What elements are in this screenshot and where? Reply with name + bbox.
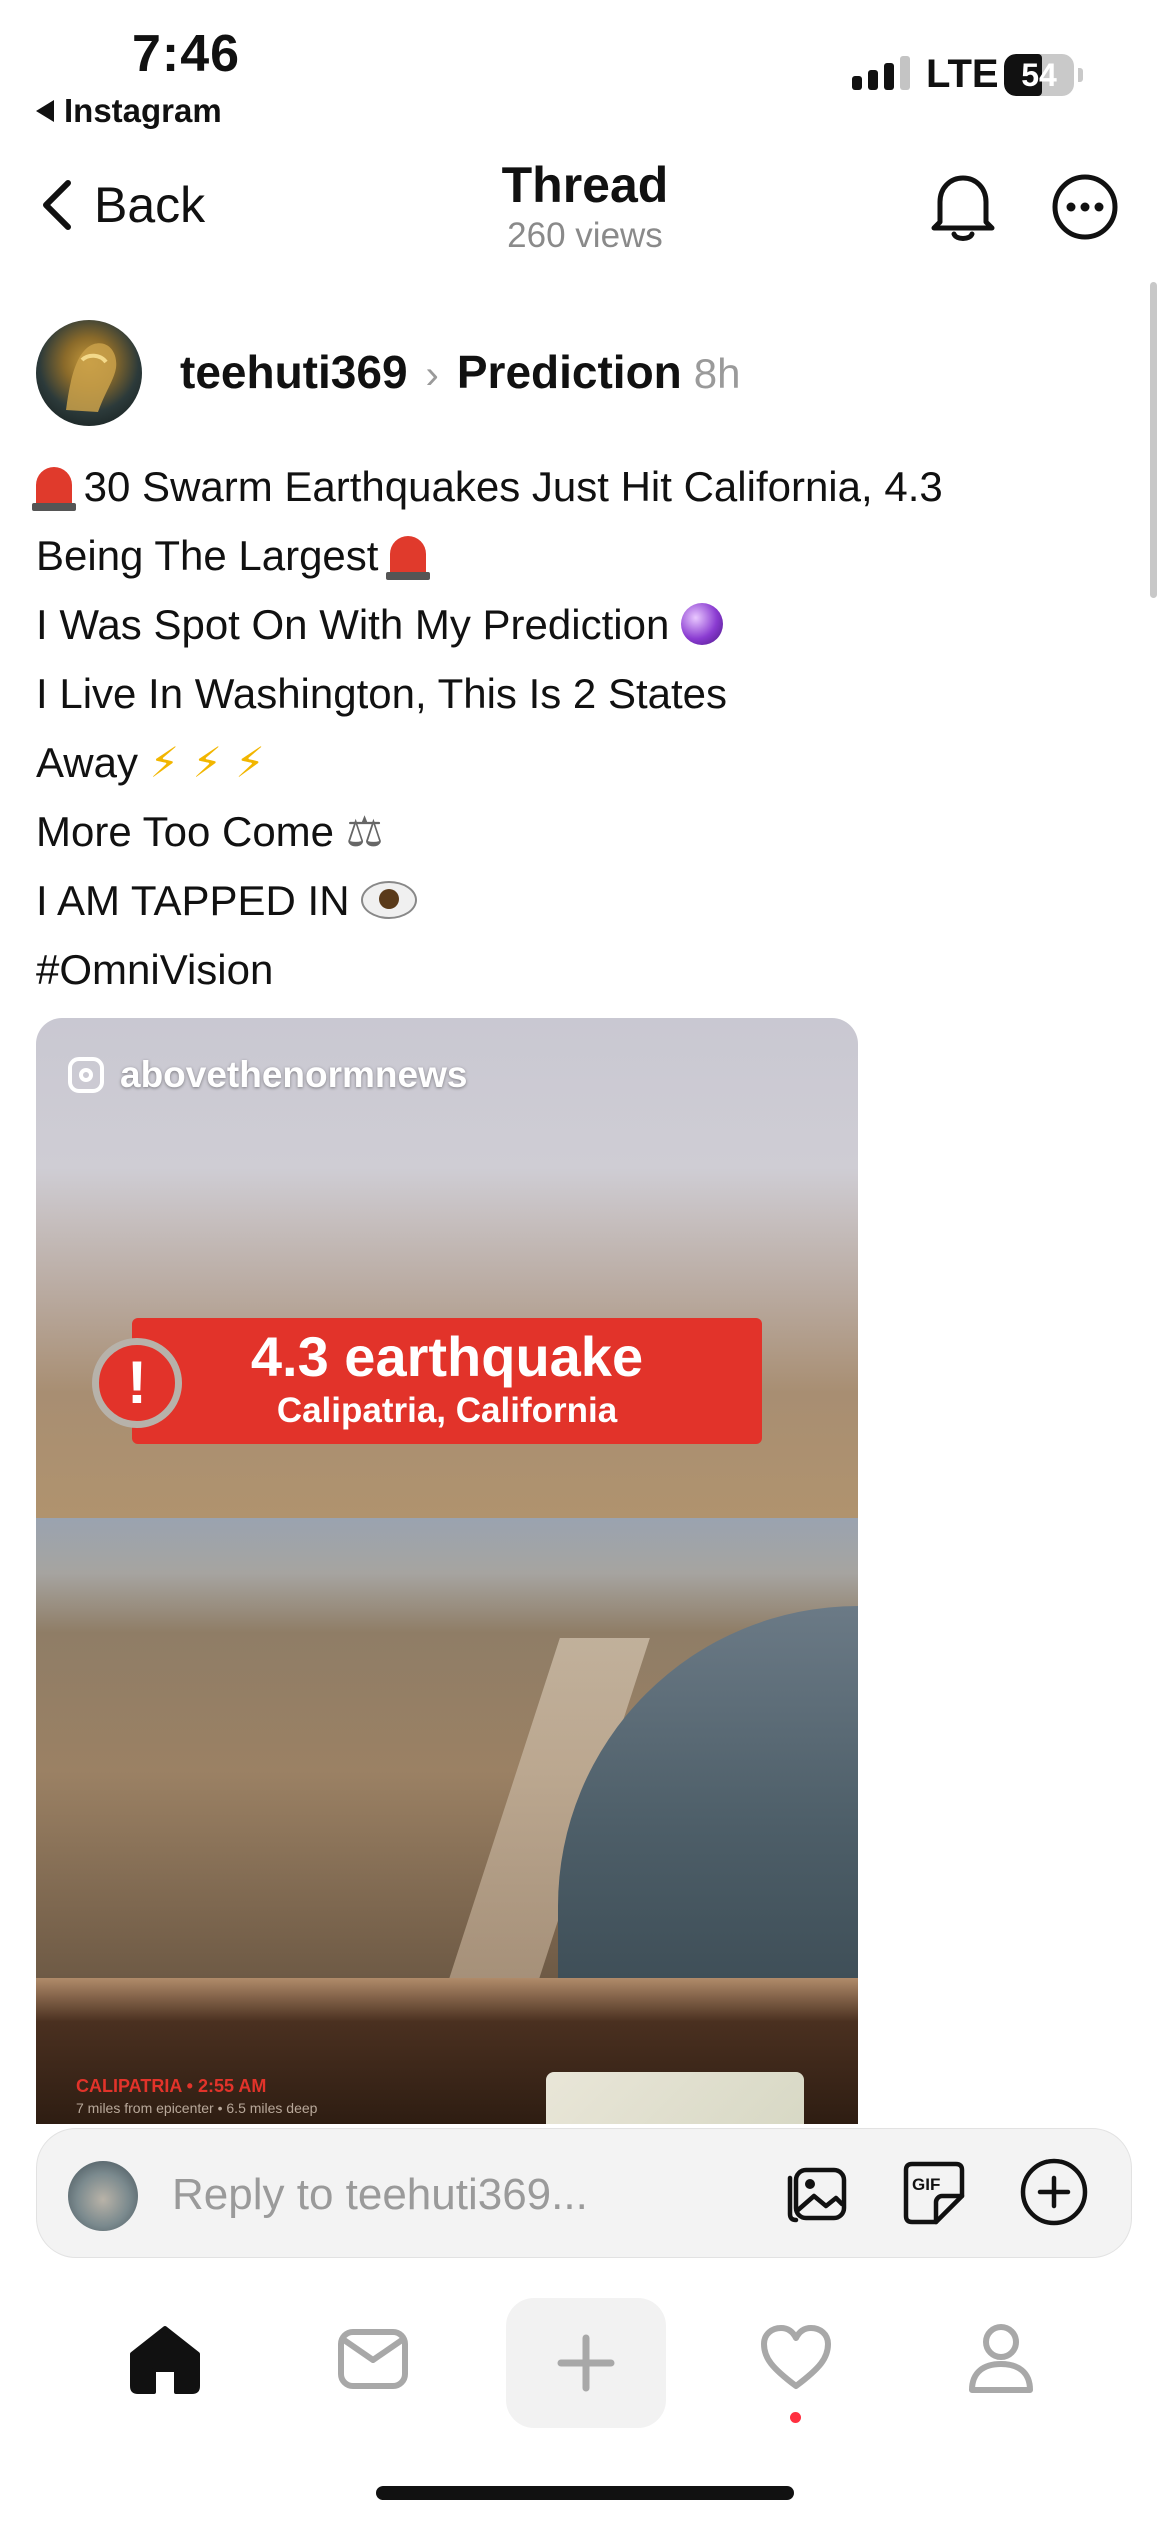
tab-profile[interactable] bbox=[966, 2320, 1036, 2401]
back-triangle-icon bbox=[36, 100, 54, 122]
post-line: Being The Largest bbox=[36, 521, 1126, 590]
earthquake-banner: 4.3 earthquake Calipatria, California bbox=[132, 1318, 762, 1444]
back-to-app-button[interactable]: Instagram bbox=[36, 92, 222, 130]
post-line: 30 Swarm Earthquakes Just Hit California… bbox=[32, 452, 1126, 521]
battery-level: 54 bbox=[1021, 57, 1057, 93]
siren-emoji-icon bbox=[32, 467, 76, 511]
author-avatar[interactable] bbox=[36, 320, 142, 426]
tab-home[interactable] bbox=[126, 2322, 204, 2401]
notification-dot bbox=[790, 2412, 801, 2423]
post-line: I Was Spot On With My Prediction bbox=[36, 590, 1126, 659]
post-line-text: 30 Swarm Earthquakes Just Hit California… bbox=[83, 463, 943, 510]
home-indicator[interactable] bbox=[376, 2486, 794, 2500]
mini-map-thumbnail bbox=[546, 2072, 804, 2124]
home-icon bbox=[130, 2326, 200, 2394]
inbox-icon bbox=[338, 2329, 408, 2389]
post-line-text: I Was Spot On With My Prediction bbox=[36, 601, 670, 648]
add-attachment-button[interactable] bbox=[1018, 2156, 1090, 2233]
status-time: 7:46 bbox=[132, 25, 241, 83]
video-caption-title: CALIPATRIA • 2:55 AM bbox=[76, 2076, 267, 2096]
reply-input[interactable]: Reply to teehuti369... bbox=[172, 2170, 588, 2220]
post-video[interactable]: abovethenormnews 4.3 earthquake Calipatr… bbox=[36, 1018, 858, 2124]
post-line-text: I AM TAPPED IN bbox=[36, 877, 350, 924]
source-handle-text: abovethenormnews bbox=[120, 1054, 468, 1095]
ellipsis-circle-icon bbox=[1052, 174, 1118, 240]
svg-text:GIF: GIF bbox=[912, 2175, 940, 2194]
scrollbar[interactable] bbox=[1150, 282, 1157, 598]
profile-icon bbox=[969, 2324, 1033, 2393]
attach-image-button[interactable] bbox=[780, 2156, 852, 2233]
post-line: #OmniVision bbox=[36, 935, 1126, 1004]
plus-icon bbox=[557, 2334, 615, 2392]
siren-emoji-icon bbox=[386, 536, 431, 580]
post-line-text: I Live In Washington, This Is 2 States bbox=[36, 670, 728, 717]
author-username[interactable]: teehuti369 bbox=[180, 345, 408, 399]
post-line-text: Being The Largest bbox=[36, 532, 379, 579]
crystal-ball-emoji-icon bbox=[680, 603, 723, 645]
post-timestamp: 8h bbox=[693, 350, 741, 397]
avatar-image bbox=[66, 343, 117, 412]
gif-sticker-icon: GIF bbox=[903, 2161, 965, 2225]
source-handle: abovethenormnews bbox=[68, 1054, 467, 1096]
my-avatar bbox=[68, 2161, 138, 2231]
banner-location: Calipatria, California bbox=[276, 1391, 618, 1430]
lightning-emoji-icon: ⚡ ⚡ ⚡ bbox=[149, 738, 265, 787]
post-line-text: More Too Come bbox=[36, 808, 335, 855]
video-caption-sub: 7 miles from epicenter • 6.5 miles deep bbox=[76, 2100, 318, 2116]
tab-inbox[interactable] bbox=[336, 2324, 410, 2399]
cellular-signal-icon bbox=[852, 56, 910, 90]
more-options-button[interactable] bbox=[1050, 172, 1120, 247]
post-line: Away ⚡ ⚡ ⚡ bbox=[36, 728, 1126, 797]
post-line: I Live In Washington, This Is 2 States bbox=[36, 659, 1126, 728]
post-line-text: Away bbox=[36, 739, 138, 786]
banner-headline: 4.3 earthquake bbox=[250, 1325, 644, 1388]
instagram-icon bbox=[68, 1057, 104, 1093]
notifications-button[interactable] bbox=[928, 170, 998, 249]
post-body: 30 Swarm Earthquakes Just Hit California… bbox=[32, 452, 1126, 1004]
network-type: LTE bbox=[926, 52, 999, 96]
eye-emoji-icon bbox=[361, 881, 418, 919]
tab-create[interactable] bbox=[506, 2298, 666, 2428]
plus-circle-icon bbox=[1020, 2158, 1088, 2226]
video-aerial-panel bbox=[36, 1518, 858, 1988]
battery-nub bbox=[1078, 68, 1083, 82]
bell-icon bbox=[931, 175, 995, 241]
post-line: More Too Come ⚖ bbox=[36, 797, 1126, 866]
alert-exclamation-icon: ! bbox=[92, 1338, 182, 1428]
scales-emoji-icon: ⚖ bbox=[345, 807, 384, 856]
tab-activity[interactable] bbox=[758, 2322, 834, 2399]
heart-icon bbox=[761, 2325, 831, 2389]
hashtag-link[interactable]: #OmniVision bbox=[36, 946, 273, 993]
chevron-right-icon: › bbox=[425, 353, 439, 397]
post-author-line: teehuti369 › Prediction 8h bbox=[180, 345, 741, 399]
topic-tag[interactable]: Prediction bbox=[457, 345, 682, 399]
gif-button[interactable]: GIF bbox=[898, 2156, 970, 2233]
battery-icon: 54 bbox=[1004, 54, 1074, 96]
back-app-label: Instagram bbox=[64, 92, 222, 129]
image-gallery-icon bbox=[787, 2167, 847, 2223]
post-line: I AM TAPPED IN bbox=[36, 866, 1126, 935]
